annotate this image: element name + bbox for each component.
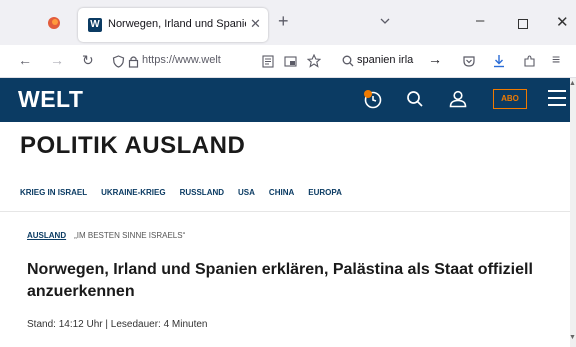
article-headline[interactable]: Norwegen, Irland und Spanien erklären, P… [27,259,557,303]
tab-close-icon[interactable]: ✕ [250,16,261,32]
topic-subnav: KRIEG IN ISRAEL UKRAINE-KRIEG RUSSLAND U… [20,188,342,202]
bookmark-star-icon[interactable] [307,54,321,68]
picture-in-picture-icon[interactable] [284,55,297,68]
search-icon[interactable] [404,88,426,110]
forward-button[interactable]: → [50,52,64,68]
page-scrollbar[interactable] [570,78,576,347]
site-header: WELT ABO [0,78,570,122]
shield-icon[interactable] [112,55,125,68]
scroll-down-arrow-icon[interactable]: ▼ [569,334,576,341]
hamburger-menu-icon[interactable] [548,90,566,106]
welt-logo[interactable]: WELT [18,86,83,113]
scroll-up-arrow-icon[interactable]: ▲ [569,80,576,87]
tab-title: Norwegen, Irland und Spanien [108,18,246,30]
search-icon [342,55,354,67]
extensions-icon[interactable] [522,54,536,68]
reload-button[interactable]: ↻ [82,52,94,69]
subnav-item-china[interactable]: CHINA [269,188,294,202]
page-title: POLITIK AUSLAND [20,132,246,159]
window-close-button[interactable]: ✕ [556,13,569,31]
window-minimize-button[interactable]: – [476,12,484,29]
abo-button[interactable]: ABO [493,89,527,109]
article-meta: Stand: 14:12 Uhr | Lesedauer: 4 Minuten [27,319,208,330]
app-menu-icon[interactable]: ≡ [552,51,560,67]
search-bar[interactable]: spanien irla → [340,51,450,73]
download-icon[interactable] [492,54,506,68]
notification-bell-icon[interactable] [361,88,383,110]
subnav-item-usa[interactable]: USA [238,188,255,202]
subnav-item-ukraine-krieg[interactable]: UKRAINE-KRIEG [101,188,165,202]
back-button[interactable]: ← [18,52,32,68]
url-bar[interactable]: https://www.welt [110,51,330,73]
article-quote: „IM BESTEN SINNE ISRAELS“ [74,231,186,240]
browser-tab-strip: W Norwegen, Irland und Spanien ✕ + – ✕ [0,0,576,45]
browser-tab-active[interactable]: W Norwegen, Irland und Spanien ✕ [78,8,268,42]
user-account-icon[interactable] [447,88,469,110]
browser-nav-toolbar: ← → ↻ https://www.welt spanien irla → ≡ [0,45,576,78]
reader-view-icon[interactable] [262,55,274,68]
firefox-view-icon[interactable] [47,16,61,30]
new-tab-button[interactable]: + [278,11,289,32]
search-input[interactable]: spanien irla [357,54,413,66]
subnav-divider [0,211,570,212]
url-text[interactable]: https://www.welt [142,54,252,66]
search-go-button[interactable]: → [428,51,442,67]
article-topic-link[interactable]: AUSLAND [27,231,66,240]
subnav-item-russland[interactable]: RUSSLAND [180,188,224,202]
subnav-item-europa[interactable]: EUROPA [308,188,342,202]
welt-favicon-icon: W [88,18,102,32]
pocket-icon[interactable] [462,54,476,68]
subnav-item-krieg-in-israel[interactable]: KRIEG IN ISRAEL [20,188,87,202]
chevron-down-icon[interactable] [378,14,392,28]
article-kicker: AUSLAND „IM BESTEN SINNE ISRAELS“ [27,231,185,240]
lock-icon[interactable] [128,55,139,68]
window-maximize-button[interactable] [518,19,528,29]
